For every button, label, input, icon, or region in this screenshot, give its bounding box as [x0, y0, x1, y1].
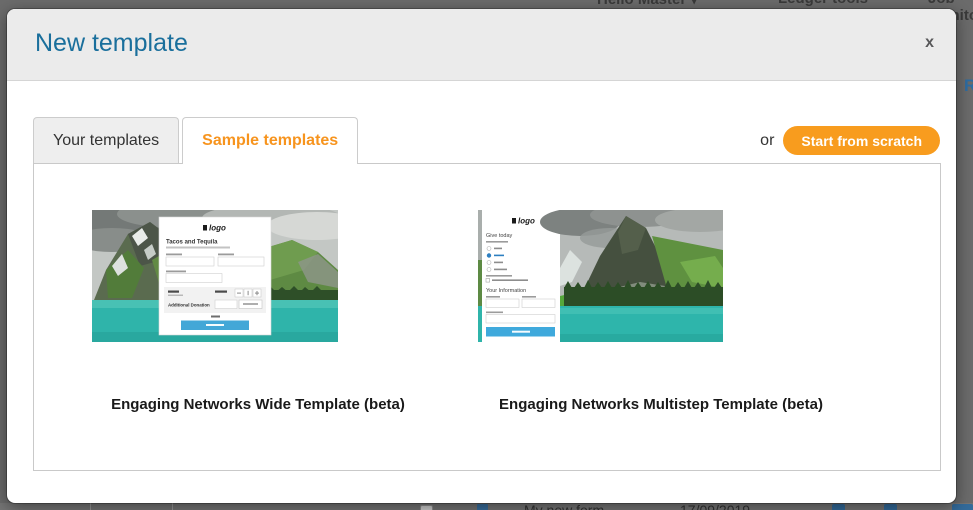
new-template-dialog: New template x Your templates Sample tem… [7, 9, 956, 503]
bg-form-icon [477, 504, 488, 510]
or-label: or [760, 131, 775, 149]
template-caption-multistep: Engaging Networks Multistep Template (be… [499, 396, 823, 413]
wide-form-card: logo Tacos and Tequila Additional Donati… [158, 216, 272, 336]
screen: Hello Master ▾ Ledger tools Job monitor … [0, 0, 973, 510]
bg-copy-icon [884, 504, 897, 510]
sample-templates-panel: logo Tacos and Tequila Additional Donati… [33, 163, 941, 471]
wide-event-heading: Tacos and Tequila [166, 240, 218, 246]
bg-nav-hello-master: Hello Master ▾ [597, 0, 698, 8]
bg-row-date: 17/09/2019 [680, 502, 751, 510]
bg-row-checkbox [420, 505, 433, 510]
start-from-scratch-button[interactable]: Start from scratch [783, 126, 940, 155]
multistep-template-preview-image: logo Give today Your Information [478, 210, 723, 342]
bg-nav-ledger-tools: Ledger tools [778, 0, 868, 7]
wide-additional-donation-label: Additional Donation [168, 303, 210, 308]
tab-sample-templates[interactable]: Sample templates [182, 117, 359, 164]
dialog-header: New template x [7, 9, 956, 81]
template-thumbnail-multistep[interactable]: logo Give today Your Information [478, 210, 723, 342]
template-thumbnail-wide[interactable]: logo Tacos and Tequila Additional Donati… [92, 210, 338, 342]
multistep-logo-text: logo [518, 217, 535, 226]
template-tabs: Your templates Sample templates [33, 117, 359, 164]
close-icon[interactable]: x [925, 35, 934, 51]
wide-template-preview-image: logo Tacos and Tequila Additional Donati… [92, 210, 338, 342]
bg-edge-letter: R [964, 76, 973, 95]
template-caption-wide: Engaging Networks Wide Template (beta) [111, 396, 405, 413]
dialog-title: New template [35, 29, 188, 57]
multistep-photo [540, 210, 723, 342]
tab-your-templates[interactable]: Your templates [33, 117, 180, 163]
start-from-scratch-row: or Start from scratch [760, 126, 940, 155]
multistep-your-information-label: Your Information [486, 288, 526, 294]
multistep-heading: Give today [486, 233, 513, 239]
bg-divider [90, 503, 91, 510]
bg-action-icon [952, 504, 973, 510]
bg-edit-icon [832, 504, 845, 510]
bg-row-form-name: My new form [524, 502, 605, 510]
bg-divider [172, 503, 173, 510]
wide-logo-text: logo [209, 224, 226, 233]
